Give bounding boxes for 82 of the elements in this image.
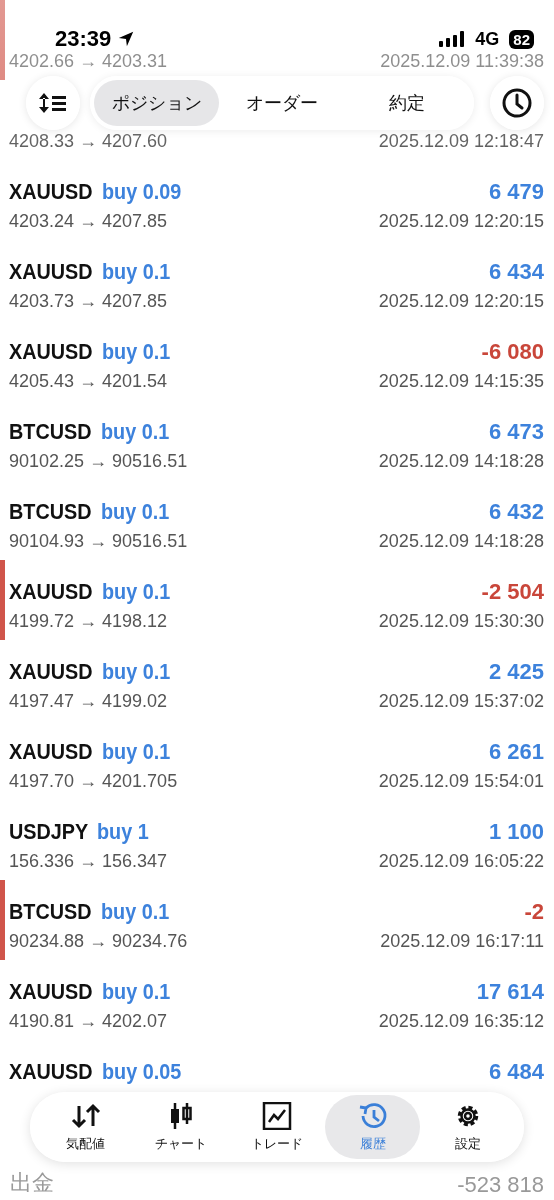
price-range: 156.336 → 156.347 bbox=[9, 851, 168, 872]
profit: 6 432 bbox=[488, 499, 544, 525]
deal-time: 2025.12.09 12:20:15 bbox=[378, 291, 544, 312]
trade-side: buy 0.1 bbox=[101, 659, 171, 685]
sort-icon bbox=[38, 91, 68, 115]
price-range: 4197.47 → 4199.02 bbox=[9, 691, 168, 712]
deal-time: 2025.12.09 12:18:47 bbox=[378, 131, 544, 152]
summary-value: -523 818 bbox=[457, 1172, 544, 1198]
profit: -2 bbox=[524, 899, 544, 925]
profit: 6 473 bbox=[488, 419, 544, 445]
profit: -6 080 bbox=[481, 339, 544, 365]
nav-tab[interactable]: 気配値 bbox=[38, 1095, 134, 1159]
price-range: 4205.43 → 4201.54 bbox=[9, 371, 168, 392]
symbol: USDJPY bbox=[9, 819, 89, 845]
deal-time: 2025.12.09 16:05:22 bbox=[378, 851, 544, 872]
deal-time: 2025.12.09 12:20:15 bbox=[378, 211, 544, 232]
price-range: 4190.81 → 4202.07 bbox=[9, 1011, 168, 1032]
price-range: 4203.24 → 4207.85 bbox=[9, 211, 168, 232]
clock-icon bbox=[501, 87, 533, 119]
nav-tab[interactable]: トレード bbox=[229, 1095, 325, 1159]
price-range: 4208.33 → 4207.60 bbox=[9, 131, 168, 152]
symbol: XAUUSD bbox=[9, 739, 93, 765]
tab[interactable]: 約定 bbox=[344, 80, 470, 126]
deal-time: 2025.12.09 14:18:28 bbox=[378, 451, 544, 472]
trade-side: buy 0.1 bbox=[101, 259, 171, 285]
price-range: 4199.72 → 4198.12 bbox=[9, 611, 168, 632]
trade-side: buy 0.1 bbox=[101, 339, 171, 365]
profit: 6 479 bbox=[488, 179, 544, 205]
signal-icon bbox=[439, 31, 466, 47]
profit: 17 614 bbox=[476, 979, 544, 1005]
deal-time: 2025.12.09 14:15:35 bbox=[378, 371, 544, 392]
profit: 1 100 bbox=[488, 819, 544, 845]
trade-side: buy 1 bbox=[97, 819, 149, 845]
symbol: XAUUSD bbox=[9, 339, 93, 365]
profit: 2 425 bbox=[488, 659, 544, 685]
trade-side: buy 0.1 bbox=[100, 419, 169, 445]
price-range: 4203.73 → 4207.85 bbox=[9, 291, 168, 312]
trade-side: buy 0.1 bbox=[101, 579, 171, 605]
trade-side: buy 0.05 bbox=[101, 1059, 182, 1085]
symbol: XAUUSD bbox=[9, 179, 93, 205]
time-filter-button[interactable] bbox=[490, 76, 544, 130]
price-range: 4197.70 → 4201.705 bbox=[9, 771, 178, 792]
price-range: 90104.93 → 90516.51 bbox=[9, 531, 188, 552]
deal-time: 2025.12.09 16:17:11 bbox=[380, 931, 544, 952]
summary-label: 出金 bbox=[10, 1169, 54, 1197]
symbol: XAUUSD bbox=[9, 1059, 93, 1085]
symbol: BTCUSD bbox=[9, 419, 92, 445]
price-range: 4202.66 → 4203.31 bbox=[9, 51, 168, 72]
nav-tab[interactable]: 設定 bbox=[420, 1095, 516, 1159]
symbol: BTCUSD bbox=[9, 499, 92, 525]
battery-level: 82 bbox=[509, 29, 534, 49]
up-down-arrows-icon bbox=[69, 1101, 102, 1130]
tab[interactable]: オーダー bbox=[219, 80, 345, 126]
trade-side: buy 0.09 bbox=[101, 179, 182, 205]
profit: 6 261 bbox=[488, 739, 544, 765]
trade-side: buy 0.1 bbox=[100, 899, 169, 925]
symbol: XAUUSD bbox=[9, 659, 93, 685]
profit: 6 484 bbox=[488, 1059, 544, 1085]
price-range: 90234.88 → 90234.76 bbox=[9, 931, 188, 952]
tab[interactable]: ポジション bbox=[94, 80, 220, 126]
trade-side: buy 0.1 bbox=[101, 979, 171, 1005]
deal-time: 2025.12.09 16:35:12 bbox=[378, 1011, 544, 1032]
clock-time: 23:39 bbox=[55, 26, 112, 52]
symbol: XAUUSD bbox=[9, 979, 93, 1005]
symbol: BTCUSD bbox=[9, 899, 92, 925]
trade-side: buy 0.1 bbox=[101, 739, 171, 765]
sort-button[interactable] bbox=[26, 76, 80, 130]
profit: 6 434 bbox=[488, 259, 544, 285]
deal-time: 2025.12.09 15:30:30 bbox=[378, 611, 544, 632]
location-arrow-icon bbox=[117, 30, 136, 48]
price-range: 90102.25 → 90516.51 bbox=[9, 451, 188, 472]
network-type: 4G bbox=[475, 28, 500, 50]
profit: -2 504 bbox=[481, 579, 544, 605]
symbol: XAUUSD bbox=[9, 579, 93, 605]
trade-side: buy 0.1 bbox=[100, 499, 169, 525]
deal-time: 2025.12.09 15:37:02 bbox=[378, 691, 544, 712]
deal-time: 2025.12.09 14:18:28 bbox=[378, 531, 544, 552]
deal-time: 2025.12.09 15:54:01 bbox=[378, 771, 544, 792]
line-chart-icon bbox=[261, 1101, 293, 1130]
deal-time: 2025.12.09 11:39:38 bbox=[380, 51, 544, 72]
symbol: XAUUSD bbox=[9, 259, 93, 285]
nav-tab[interactable]: チャート bbox=[133, 1095, 230, 1159]
